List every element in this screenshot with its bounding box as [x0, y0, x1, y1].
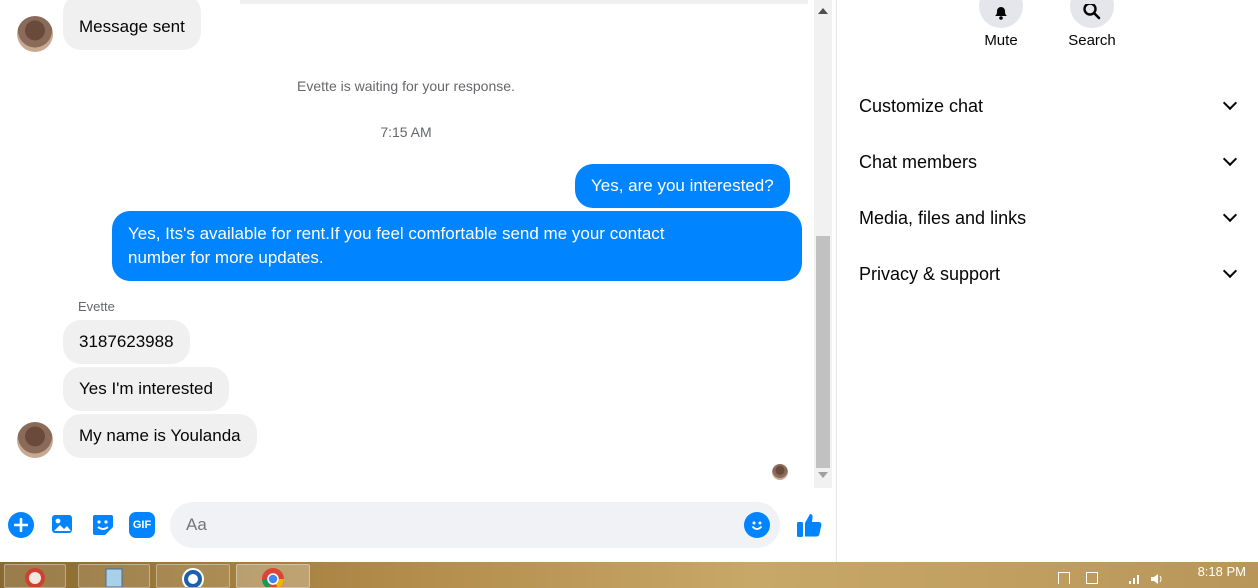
mute-action[interactable]: Mute — [971, 0, 1031, 49]
chevron-down-icon — [1222, 263, 1238, 279]
gif-label: GIF — [132, 519, 152, 531]
message-input[interactable] — [170, 502, 780, 548]
plus-icon[interactable] — [8, 512, 34, 538]
message-bubble-outgoing: Yes, are you interested? — [575, 164, 790, 208]
taskbar-clock[interactable]: 8:18 PM — [1198, 564, 1246, 579]
chevron-down-icon — [1222, 207, 1238, 223]
timestamp: 7:15 AM — [380, 124, 432, 140]
avatar[interactable] — [17, 422, 53, 458]
flag-icon[interactable] — [1058, 572, 1070, 584]
message-text: Yes, are you interested? — [591, 176, 774, 195]
section-customize-chat[interactable]: Customize chat — [859, 86, 1241, 126]
read-receipt-avatar — [772, 464, 788, 480]
chevron-down-icon — [1222, 95, 1238, 111]
gif-icon[interactable]: GIF — [129, 512, 155, 538]
like-icon[interactable] — [794, 510, 824, 540]
message-bubble-outgoing: Yes, Its's available for rent.If you fee… — [112, 211, 802, 281]
waiting-notice: Evette is waiting for your response. — [297, 78, 515, 94]
section-media-files-links[interactable]: Media, files and links — [859, 198, 1241, 238]
scroll-up-arrow[interactable] — [818, 8, 828, 14]
scroll-down-arrow[interactable] — [818, 472, 828, 478]
message-text-line: Yes, Its's available for rent.If you fee… — [128, 224, 665, 243]
section-privacy-support[interactable]: Privacy & support — [859, 254, 1241, 294]
message-composer: GIF — [0, 496, 836, 556]
message-text: My name is Youlanda — [79, 426, 241, 445]
image-icon[interactable] — [50, 512, 76, 538]
scrollbar[interactable] — [814, 0, 832, 488]
chat-info-panel: Mute Search Customize chat Chat members … — [836, 0, 1258, 562]
chrome-icon[interactable] — [236, 564, 310, 588]
section-label: Media, files and links — [859, 207, 1027, 228]
chat-thread: Message sent Evette is waiting for your … — [0, 0, 836, 562]
volume-icon[interactable] — [1150, 572, 1162, 584]
search-action[interactable]: Search — [1062, 0, 1122, 49]
network-icon[interactable] — [1128, 572, 1140, 584]
message-bubble-incoming: My name is Youlanda — [63, 414, 257, 458]
emoji-icon[interactable] — [744, 512, 770, 538]
message-text: Yes I'm interested — [79, 379, 213, 398]
scroll-thumb[interactable] — [816, 236, 830, 468]
search-icon[interactable] — [1070, 0, 1114, 28]
sender-name: Evette — [78, 299, 115, 314]
message-bubble-incoming: 3187623988 — [63, 320, 190, 364]
bell-icon[interactable] — [979, 0, 1023, 28]
sticker-icon[interactable] — [90, 512, 116, 538]
header-divider — [240, 0, 808, 4]
search-label: Search — [1068, 32, 1116, 49]
message-text-line: number for more updates. — [128, 248, 324, 267]
message-bubble-incoming: Message sent — [63, 0, 201, 50]
section-label: Privacy & support — [859, 263, 1001, 284]
section-label: Chat members — [859, 151, 978, 172]
section-label: Customize chat — [859, 95, 984, 116]
start-orb[interactable] — [4, 564, 66, 588]
section-chat-members[interactable]: Chat members — [859, 142, 1241, 182]
notepad-icon[interactable] — [78, 564, 150, 588]
message-text: Message sent — [79, 17, 185, 36]
message-text: 3187623988 — [79, 332, 174, 351]
taskbar: 8:18 PM — [0, 562, 1258, 588]
avatar[interactable] — [17, 16, 53, 52]
mute-label: Mute — [984, 32, 1018, 49]
chevron-down-icon — [1222, 151, 1238, 167]
safari-icon[interactable] — [156, 564, 230, 588]
battery-icon[interactable] — [1086, 572, 1098, 584]
message-bubble-incoming: Yes I'm interested — [63, 367, 229, 411]
